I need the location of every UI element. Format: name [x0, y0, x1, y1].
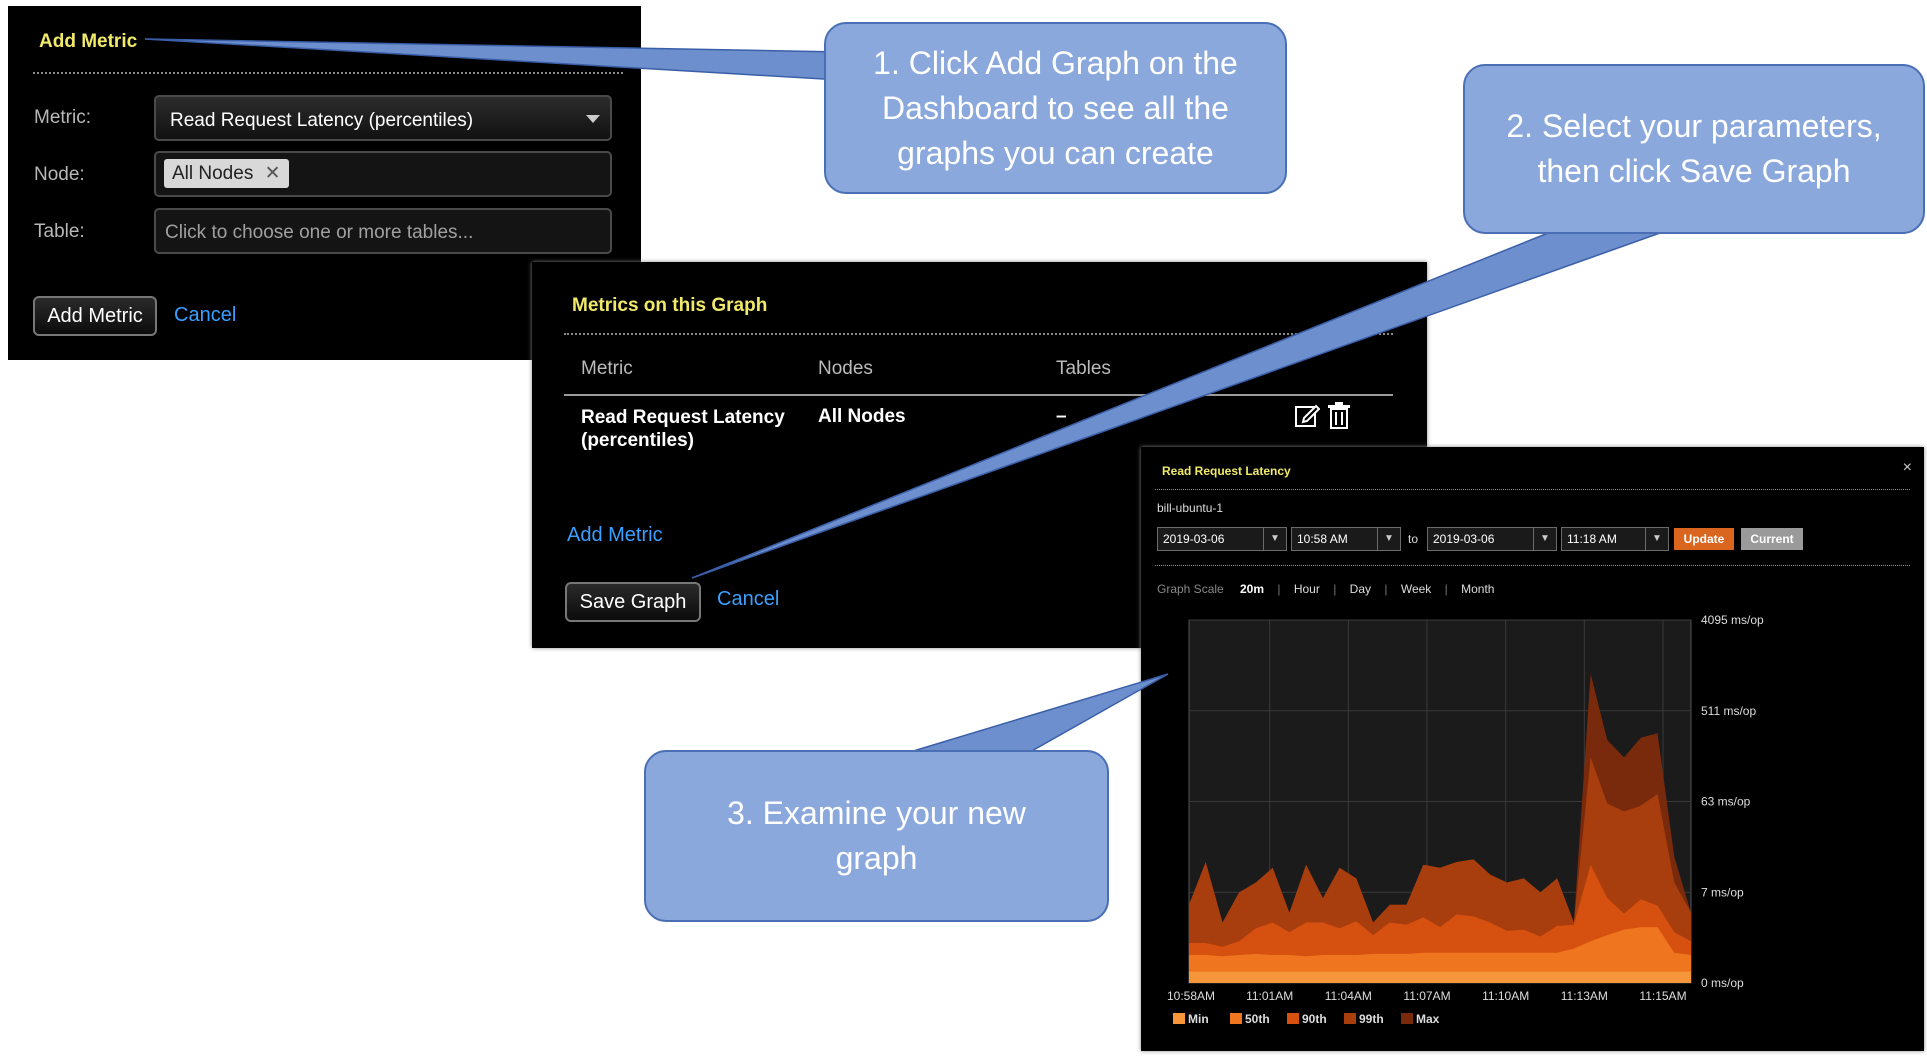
callout-1-pointer [144, 38, 841, 81]
callout-step-1: 1. Click Add Graph on the Dashboard to s… [824, 22, 1287, 194]
callout-step-3: 3. Examine your new graph [644, 750, 1109, 922]
callout-3-pointer [909, 673, 1169, 753]
callout-step-2: 2. Select your parameters, then click Sa… [1463, 64, 1925, 234]
callout-2-pointer [691, 232, 1661, 579]
